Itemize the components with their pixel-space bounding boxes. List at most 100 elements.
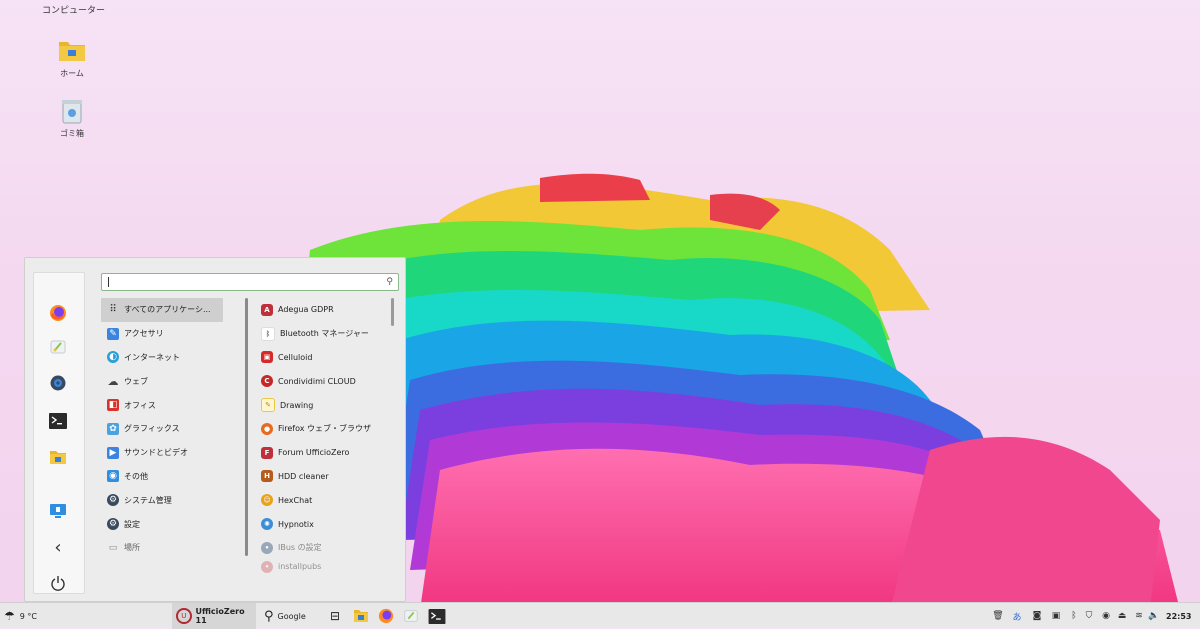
app-label: Adegua GDPR [278,305,334,315]
app-label: Forum UfficioZero [278,448,350,458]
back-icon[interactable]: ‹ [46,535,70,559]
preferences-gear-icon: ⚙ [107,518,119,531]
start-menu-button[interactable]: U UfficioZero 11 [172,603,256,629]
search-icon: ⚲ [386,277,393,287]
app-celluloid[interactable]: ▣ Celluloid [261,346,395,370]
files-icon[interactable] [46,445,70,469]
cloud-icon: ☁ [107,374,119,388]
category-label: オフィス [124,400,156,410]
desktop-icon-home[interactable]: ホーム [42,38,102,79]
firefox-icon[interactable] [378,603,394,629]
desktop-icon-trash[interactable]: ゴミ箱 [42,98,102,139]
input-method-icon[interactable]: あ [1011,610,1023,623]
category-sound-video[interactable]: ▶ サウンドとビデオ [101,441,223,465]
bluetooth-icon[interactable]: ᛒ [1068,610,1080,622]
app-ibus-settings[interactable]: • IBus の設定 [261,536,395,560]
remote-desktop-icon[interactable] [46,499,70,523]
show-desktop-icon[interactable]: ⊟ [330,603,340,629]
clock[interactable]: 22:53 [1166,603,1191,629]
ibus-icon: • [261,541,273,554]
update-manager-icon[interactable]: ◉ [1100,610,1112,622]
app-condividimi-cloud[interactable]: C Condividimi CLOUD [261,369,395,393]
category-internet[interactable]: ◐ インターネット [101,346,223,370]
category-preferences[interactable]: ⚙ 設定 [101,512,223,536]
search-icon: ⚲ [264,608,274,624]
category-label: システム管理 [124,495,172,505]
category-web[interactable]: ☁ ウェブ [101,369,223,393]
terminal-icon[interactable] [46,409,70,433]
network-icon[interactable]: ≋ [1133,610,1145,622]
trash-tray-icon[interactable]: 🗑 [992,610,1004,622]
graphics-icon: ✿ [107,422,119,435]
app-installpubs[interactable]: • installpubs [261,560,395,574]
category-list: ⠿ すべてのアプリケーシ... ✎ アクセサリ ◐ インターネット ☁ ウェブ … [101,298,223,573]
category-administration[interactable]: ⚙ システム管理 [101,488,223,512]
bluetooth-icon: ᛒ [261,326,275,341]
globe-icon: ◐ [107,351,119,364]
category-label: グラフィックス [124,424,180,434]
app-hypnotix[interactable]: ✺ Hypnotix [261,512,395,536]
wallpaper-art [300,173,1178,602]
drive-icon[interactable]: ⏏ [1116,610,1128,622]
files-icon[interactable] [353,603,369,629]
terminal-icon[interactable] [428,603,446,629]
settings-icon[interactable] [46,371,70,395]
desktop: コンピューター ホーム ゴミ箱 ‹ ⚲ ⠿ すべてのアプリケーシ... ✎ アク… [0,0,1200,602]
volume-icon[interactable]: 🔈 [1148,610,1160,622]
grid-icon: ⠿ [109,304,117,316]
office-icon: ◧ [107,399,119,412]
app-label: HDD cleaner [278,471,329,481]
firefox-icon: ● [261,422,273,435]
category-all-applications[interactable]: ⠿ すべてのアプリケーシ... [101,298,223,322]
hdd-cleaner-icon: H [261,470,273,483]
taskbar: ☂ 9 °C U UfficioZero 11 ⚲ Google ⊟ 🗑 あ ◙… [0,602,1200,629]
hypnotix-icon: ✺ [261,518,273,531]
category-label: すべてのアプリケーシ... [124,305,211,315]
paint-icon[interactable] [46,335,70,359]
category-office[interactable]: ◧ オフィス [101,393,223,417]
firefox-icon[interactable] [46,301,70,325]
search-applet[interactable]: ⚲ Google [264,603,306,629]
category-places[interactable]: ▭ 場所 [101,536,223,560]
app-hdd-cleaner[interactable]: H HDD cleaner [261,465,395,489]
category-label: サウンドとビデオ [124,448,188,458]
category-other[interactable]: ◉ その他 [101,465,223,489]
scrollbar[interactable] [391,298,394,326]
shield-icon[interactable]: ⛉ [1083,610,1095,622]
multimedia-icon: ▶ [107,446,119,459]
camera-icon[interactable]: ◙ [1031,610,1043,622]
search-label: Google [277,611,306,621]
computer-label[interactable]: コンピューター [42,3,105,16]
app-hexchat[interactable]: ☺ HexChat [261,488,395,512]
ufficiozero-logo-icon: U [176,608,192,624]
app-label: installpubs [278,562,322,572]
app-label: Drawing [280,400,314,410]
trash-icon [58,98,86,126]
category-label: 設定 [124,519,140,529]
category-label: インターネット [124,352,180,362]
category-graphics[interactable]: ✿ グラフィックス [101,417,223,441]
favorites-bar: ‹ [33,272,85,594]
paint-icon[interactable] [403,603,419,629]
weather-temperature: 9 °C [19,611,37,621]
desktop-icon-label: ホーム [60,69,84,78]
app-adegua-gdpr[interactable]: A Adegua GDPR [261,298,395,322]
celluloid-icon: ▣ [261,351,273,364]
admin-gear-icon: ⚙ [107,494,119,507]
app-firefox[interactable]: ● Firefox ウェブ・ブラウザ [261,417,395,441]
image-viewer-icon[interactable]: ▣ [1050,610,1062,622]
category-accessories[interactable]: ✎ アクセサリ [101,322,223,346]
installpubs-icon: • [261,560,273,573]
app-drawing[interactable]: ✎ Drawing [261,393,395,417]
app-bluetooth-manager[interactable]: ᛒ Bluetooth マネージャー [261,322,395,346]
other-icon: ◉ [107,470,119,483]
power-icon[interactable] [46,571,70,595]
search-input[interactable]: ⚲ [101,273,399,291]
application-menu: ‹ ⚲ ⠿ すべてのアプリケーシ... ✎ アクセサリ ◐ インターネット ☁ … [24,257,406,602]
pane-divider[interactable] [245,298,248,556]
app-forum-ufficiozero[interactable]: F Forum UfficioZero [261,441,395,465]
weather-applet[interactable]: ☂ 9 °C [4,603,37,629]
accessories-icon: ✎ [107,327,119,340]
weather-icon: ☂ [4,609,15,623]
app-label: IBus の設定 [278,543,322,553]
